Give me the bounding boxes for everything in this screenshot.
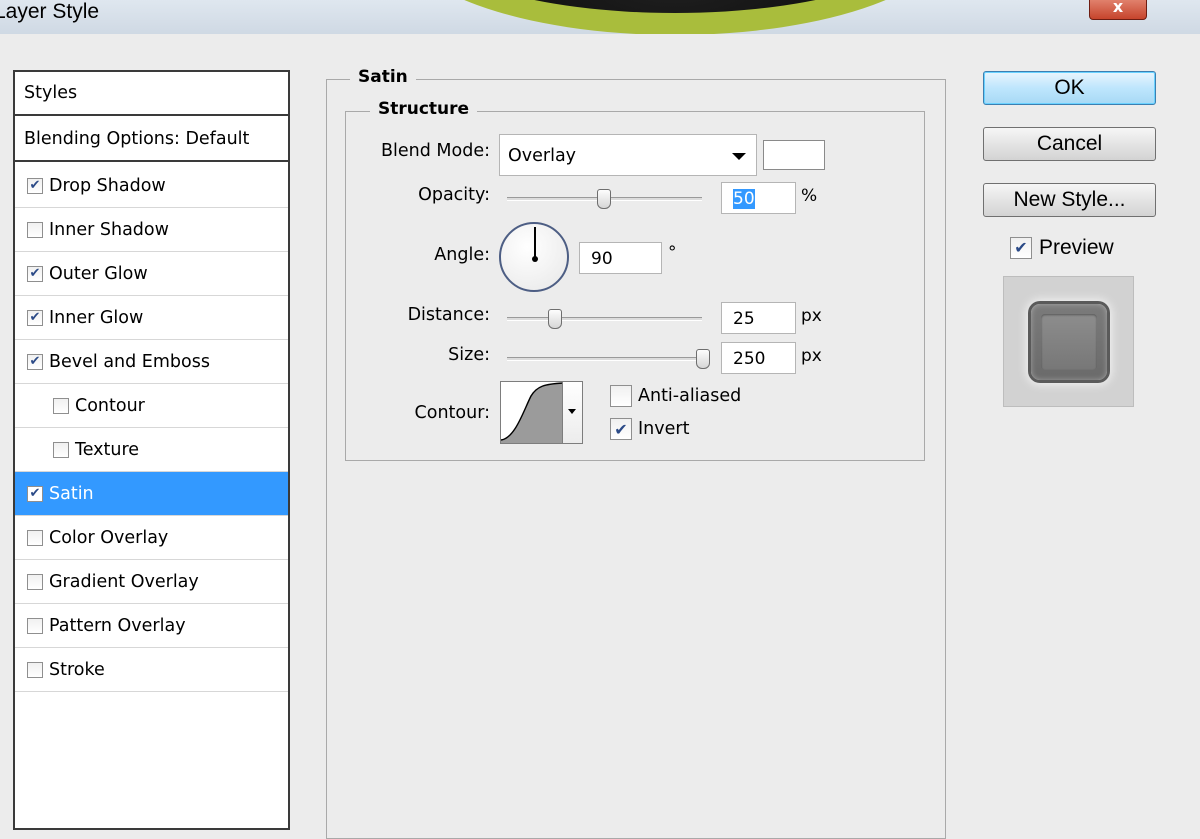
size-slider-thumb[interactable]: [696, 349, 710, 369]
style-item-checkbox[interactable]: [27, 661, 43, 678]
anti-aliased-checkbox[interactable]: [610, 385, 632, 407]
size-unit: px: [801, 346, 822, 366]
angle-dial[interactable]: [499, 222, 569, 292]
contour-label: Contour:: [414, 403, 490, 423]
style-item-checkbox[interactable]: [53, 397, 69, 414]
angle-dial-center: [532, 256, 538, 262]
opacity-unit: %: [801, 186, 818, 206]
distance-label: Distance:: [407, 305, 490, 325]
styles-header-label: Styles: [24, 83, 78, 103]
style-item-color-overlay[interactable]: Color Overlay: [15, 516, 288, 560]
style-item-pattern-overlay[interactable]: Pattern Overlay: [15, 604, 288, 648]
blend-color-swatch[interactable]: [763, 140, 825, 170]
style-item-texture[interactable]: Texture: [15, 428, 288, 472]
size-slider-track[interactable]: [507, 357, 702, 361]
style-item-checkbox[interactable]: ✔: [27, 485, 43, 502]
preview-tile: [1031, 304, 1107, 380]
angle-input[interactable]: 90: [579, 242, 662, 274]
blend-mode-select[interactable]: Overlay: [499, 134, 757, 176]
angle-unit: °: [668, 243, 677, 263]
preview-checkbox-row[interactable]: ✔ Preview: [1010, 236, 1114, 260]
style-item-label: Inner Glow: [49, 307, 144, 328]
style-item-checkbox[interactable]: [53, 441, 69, 458]
blending-options-label: Blending Options: Default: [24, 129, 250, 149]
style-item-bevel-and-emboss[interactable]: ✔ Bevel and Emboss: [15, 340, 288, 384]
style-item-label: Gradient Overlay: [49, 571, 199, 592]
contour-curve-icon: [501, 382, 563, 443]
style-item-drop-shadow[interactable]: ✔ Drop Shadow: [15, 164, 288, 208]
contour-dropdown-button[interactable]: [562, 382, 582, 443]
title-bar: Layer Style x: [0, 0, 1200, 34]
satin-group-title: Satin: [350, 67, 416, 87]
style-item-checkbox[interactable]: ✔: [27, 177, 43, 194]
distance-unit: px: [801, 306, 822, 326]
style-item-label: Satin: [49, 483, 94, 504]
structure-group-title: Structure: [370, 99, 478, 119]
window-title: Layer Style: [0, 0, 100, 23]
style-item-satin[interactable]: ✔ Satin: [15, 472, 288, 516]
contour-picker[interactable]: [500, 381, 583, 444]
close-icon: x: [1112, 0, 1124, 16]
size-input[interactable]: 250: [721, 342, 796, 374]
style-preview-thumbnail: [1003, 276, 1134, 407]
style-item-label: Pattern Overlay: [49, 615, 186, 636]
size-label: Size:: [448, 345, 490, 365]
distance-slider-thumb[interactable]: [548, 309, 562, 329]
styles-header[interactable]: Styles: [15, 72, 288, 116]
style-item-checkbox[interactable]: ✔: [27, 353, 43, 370]
anti-aliased-label: Anti-aliased: [638, 386, 742, 406]
invert-label: Invert: [638, 419, 690, 439]
opacity-input[interactable]: 50: [721, 182, 796, 214]
distance-slider-track[interactable]: [507, 317, 702, 321]
blend-mode-label: Blend Mode:: [381, 141, 490, 161]
distance-value: 25: [733, 309, 755, 329]
style-item-label: Bevel and Emboss: [49, 351, 210, 372]
angle-value: 90: [591, 249, 613, 269]
cancel-button[interactable]: Cancel: [983, 127, 1156, 161]
title-bar-artwork: [395, 0, 955, 34]
angle-label: Angle:: [434, 245, 490, 265]
opacity-slider-thumb[interactable]: [597, 189, 611, 209]
chevron-down-icon: [568, 409, 576, 414]
invert-checkbox-row[interactable]: ✔ Invert: [610, 418, 689, 440]
style-item-checkbox[interactable]: ✔: [27, 265, 43, 282]
styles-list: Styles Blending Options: Default ✔ Drop S…: [13, 70, 290, 830]
preview-label: Preview: [1039, 236, 1114, 259]
style-item-inner-shadow[interactable]: Inner Shadow: [15, 208, 288, 252]
style-item-label: Inner Shadow: [49, 219, 169, 240]
new-style-button[interactable]: New Style...: [983, 183, 1156, 217]
opacity-label: Opacity:: [418, 185, 490, 205]
style-item-contour[interactable]: Contour: [15, 384, 288, 428]
style-item-label: Texture: [75, 439, 140, 460]
style-item-label: Stroke: [49, 659, 105, 680]
style-item-gradient-overlay[interactable]: Gradient Overlay: [15, 560, 288, 604]
chevron-down-icon: [732, 153, 746, 160]
opacity-value: 50: [733, 189, 755, 209]
size-value: 250: [733, 349, 766, 369]
style-item-stroke[interactable]: Stroke: [15, 648, 288, 692]
style-item-checkbox[interactable]: ✔: [27, 309, 43, 326]
invert-checkbox[interactable]: ✔: [610, 418, 632, 440]
style-item-checkbox[interactable]: [27, 617, 43, 634]
style-item-label: Color Overlay: [49, 527, 169, 548]
style-item-checkbox[interactable]: [27, 529, 43, 546]
style-item-checkbox[interactable]: [27, 573, 43, 590]
style-item-label: Outer Glow: [49, 263, 148, 284]
close-button[interactable]: x: [1089, 0, 1147, 20]
style-item-inner-glow[interactable]: ✔ Inner Glow: [15, 296, 288, 340]
style-item-label: Contour: [75, 395, 145, 416]
ok-button[interactable]: OK: [983, 71, 1156, 105]
style-item-checkbox[interactable]: [27, 221, 43, 238]
style-item-outer-glow[interactable]: ✔ Outer Glow: [15, 252, 288, 296]
anti-aliased-checkbox-row[interactable]: Anti-aliased: [610, 385, 741, 407]
angle-dial-needle: [534, 227, 536, 259]
blending-options-item[interactable]: Blending Options: Default: [15, 118, 288, 162]
blend-mode-value: Overlay: [508, 146, 577, 166]
style-item-label: Drop Shadow: [49, 175, 166, 196]
preview-checkbox[interactable]: ✔: [1010, 237, 1032, 259]
distance-input[interactable]: 25: [721, 302, 796, 334]
